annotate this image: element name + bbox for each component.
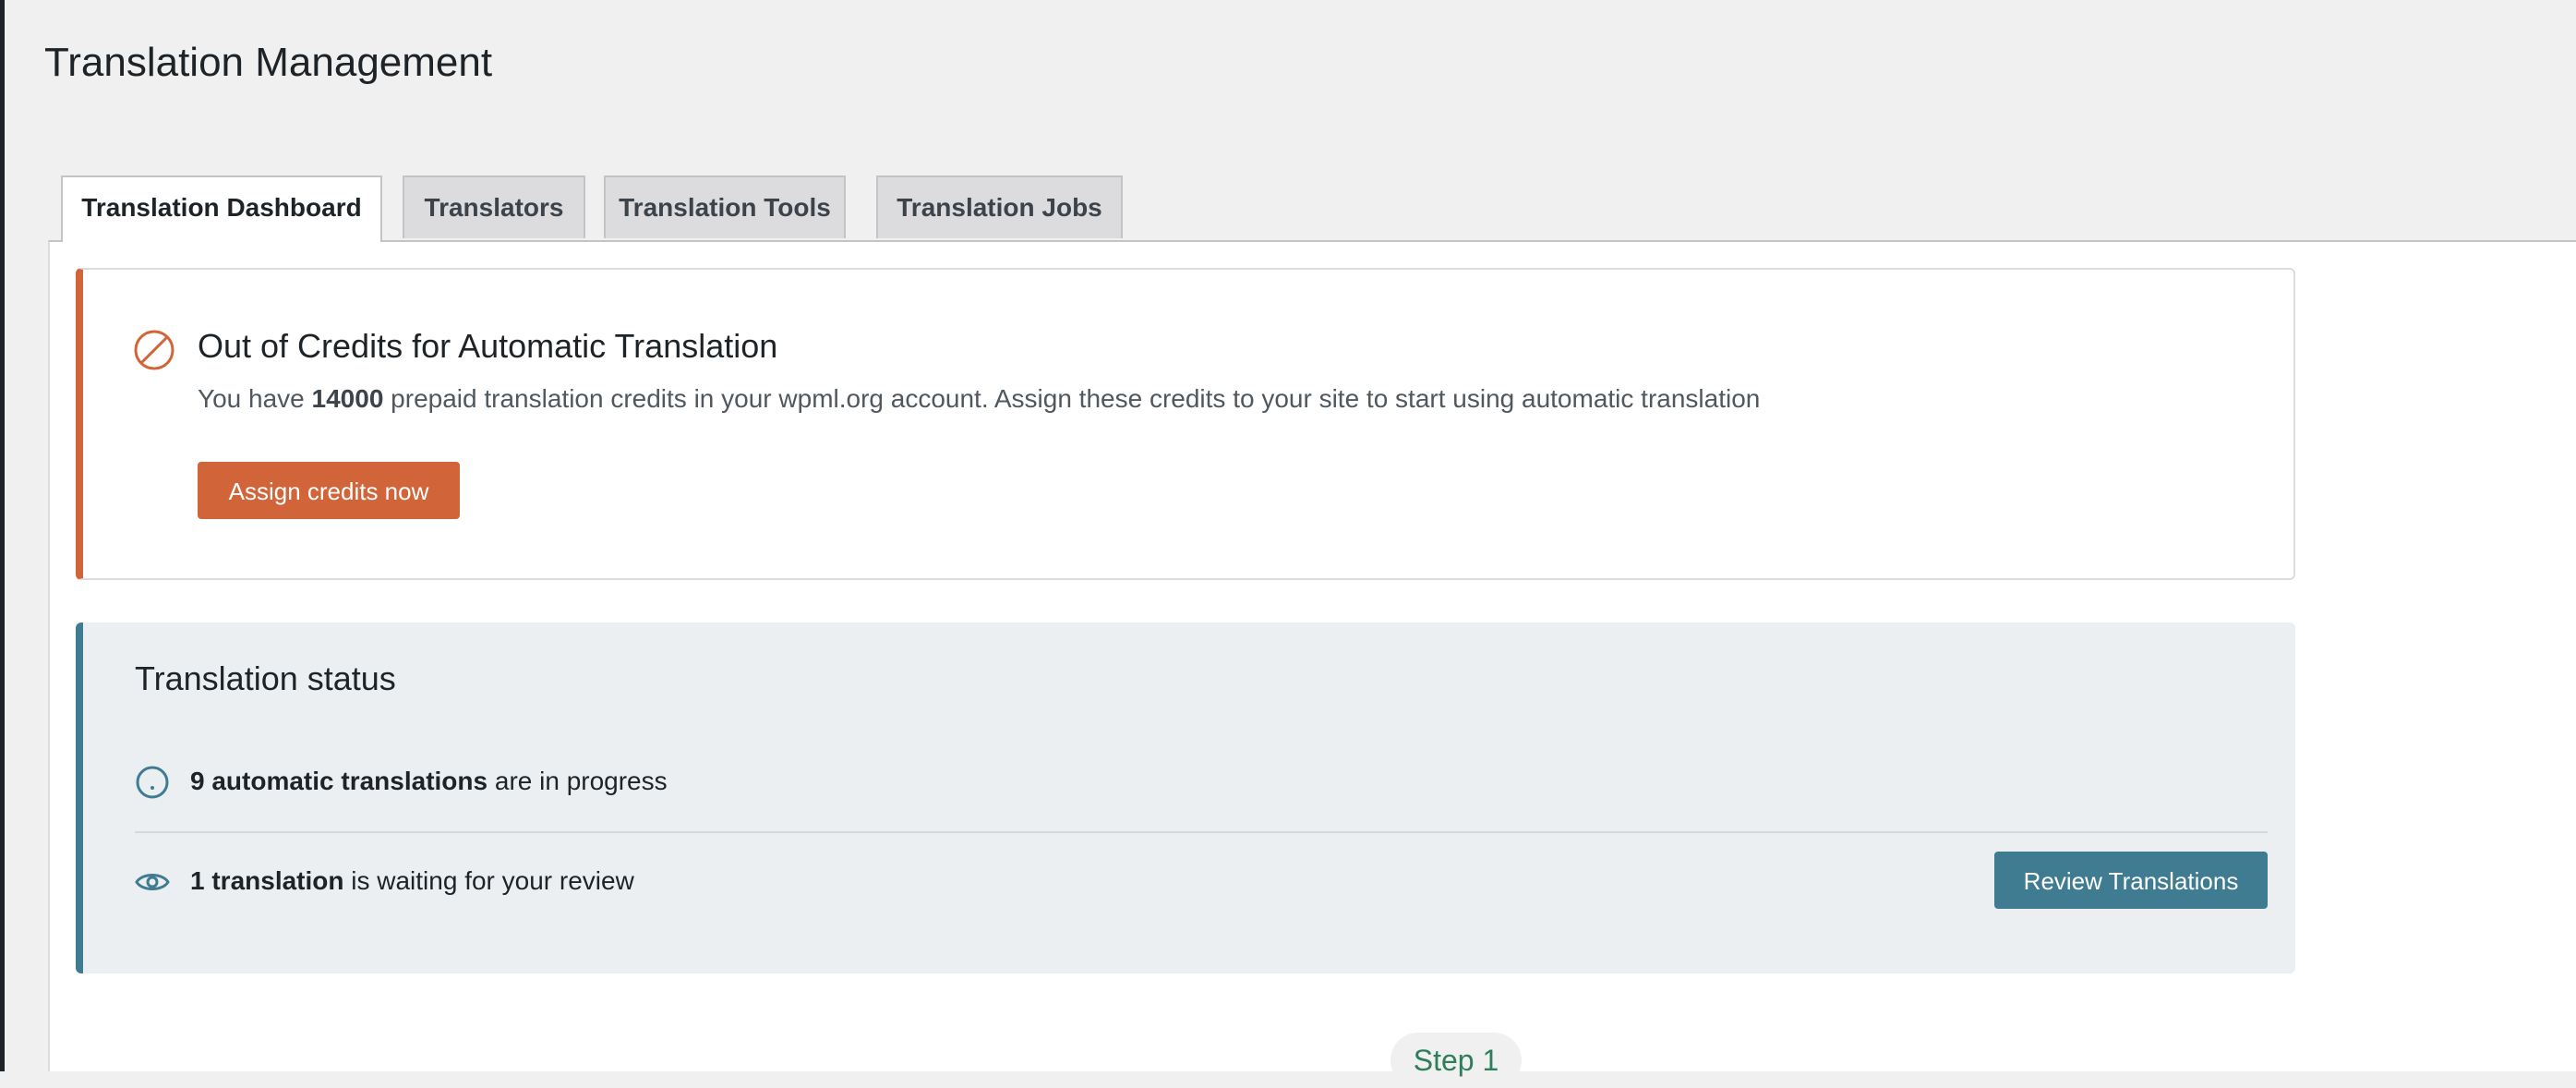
in-progress-text: 9 automatic translations are in progress: [190, 746, 668, 816]
in-progress-rest: are in progress: [488, 767, 668, 795]
page-title: Translation Management: [44, 40, 493, 85]
notice-title: Out of Credits for Automatic Translation: [198, 327, 778, 365]
credits-count: 14000: [311, 384, 384, 413]
review-rest: is waiting for your review: [343, 866, 634, 895]
tab-translation-jobs[interactable]: Translation Jobs: [876, 175, 1123, 238]
status-title: Translation status: [135, 659, 396, 697]
window-edge: [0, 0, 5, 1071]
assign-credits-button[interactable]: Assign credits now: [198, 462, 460, 519]
review-translations-button[interactable]: Review Translations: [1994, 852, 2268, 909]
tab-translation-dashboard[interactable]: Translation Dashboard: [61, 175, 382, 242]
translation-status-card: Translation status 9 automatic translati…: [76, 623, 2295, 973]
eye-icon: [135, 874, 170, 890]
notice-message-suffix: prepaid translation credits in your wpml…: [383, 384, 1761, 413]
status-row-review: 1 translation is waiting for your review…: [135, 846, 2268, 916]
review-count: 1 translation: [190, 866, 344, 895]
step-indicator: Step 1: [1390, 1033, 1522, 1088]
tab-translators[interactable]: Translators: [403, 175, 585, 238]
tab-translation-tools[interactable]: Translation Tools: [604, 175, 846, 238]
progress-circle-icon: [136, 766, 169, 799]
review-text: 1 translation is waiting for your review: [190, 846, 634, 916]
prohibited-icon: [134, 330, 175, 370]
notice-message: You have 14000 prepaid translation credi…: [198, 379, 1760, 419]
notice-message-prefix: You have: [198, 384, 312, 413]
status-divider: [135, 831, 2268, 833]
in-progress-count: 9 automatic translations: [190, 767, 488, 795]
status-row-in-progress: 9 automatic translations are in progress: [135, 746, 2268, 816]
credits-notice: Out of Credits for Automatic Translation…: [76, 268, 2295, 580]
